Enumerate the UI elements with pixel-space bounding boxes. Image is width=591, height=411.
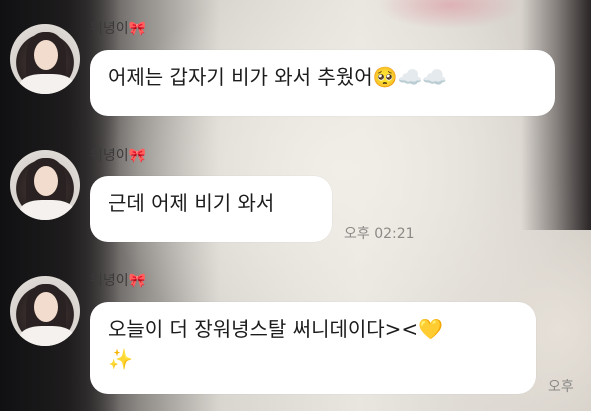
avatar-shirt [20, 326, 74, 346]
message-bubble[interactable]: 어제는 갑자기 비가 와서 추웠어🥺☁️☁️ [90, 50, 555, 116]
message-timestamp: 오후 [548, 379, 574, 395]
background-accent [360, 0, 540, 30]
message-timestamp: 오후 02:21 [344, 226, 415, 242]
message-text-line2: ✨ [108, 347, 133, 371]
message-text: 어제는 갑자기 비가 와서 추웠어🥺☁️☁️ [108, 65, 448, 89]
message-bubble[interactable]: 근데 어제 비기 와서 [90, 176, 332, 242]
avatar-face [34, 292, 58, 322]
avatar-face [34, 40, 58, 70]
avatar-face [34, 166, 58, 196]
sender-name: 워녕이🎀 [90, 148, 147, 164]
avatar-shirt [20, 74, 74, 94]
sender-name: 워녕이🎀 [90, 21, 147, 37]
sender-name: 워녕이🎀 [90, 273, 147, 289]
avatar[interactable] [10, 24, 80, 94]
message-bubble[interactable]: 오늘이 더 장워녕스탈 써니데이다><💛 ✨ [90, 302, 536, 394]
avatar-shirt [20, 200, 74, 220]
avatar[interactable] [10, 276, 80, 346]
avatar[interactable] [10, 150, 80, 220]
message-text: 근데 어제 비기 와서 [108, 191, 275, 215]
message-text: 오늘이 더 장워녕스탈 써니데이다><💛 [108, 317, 444, 341]
